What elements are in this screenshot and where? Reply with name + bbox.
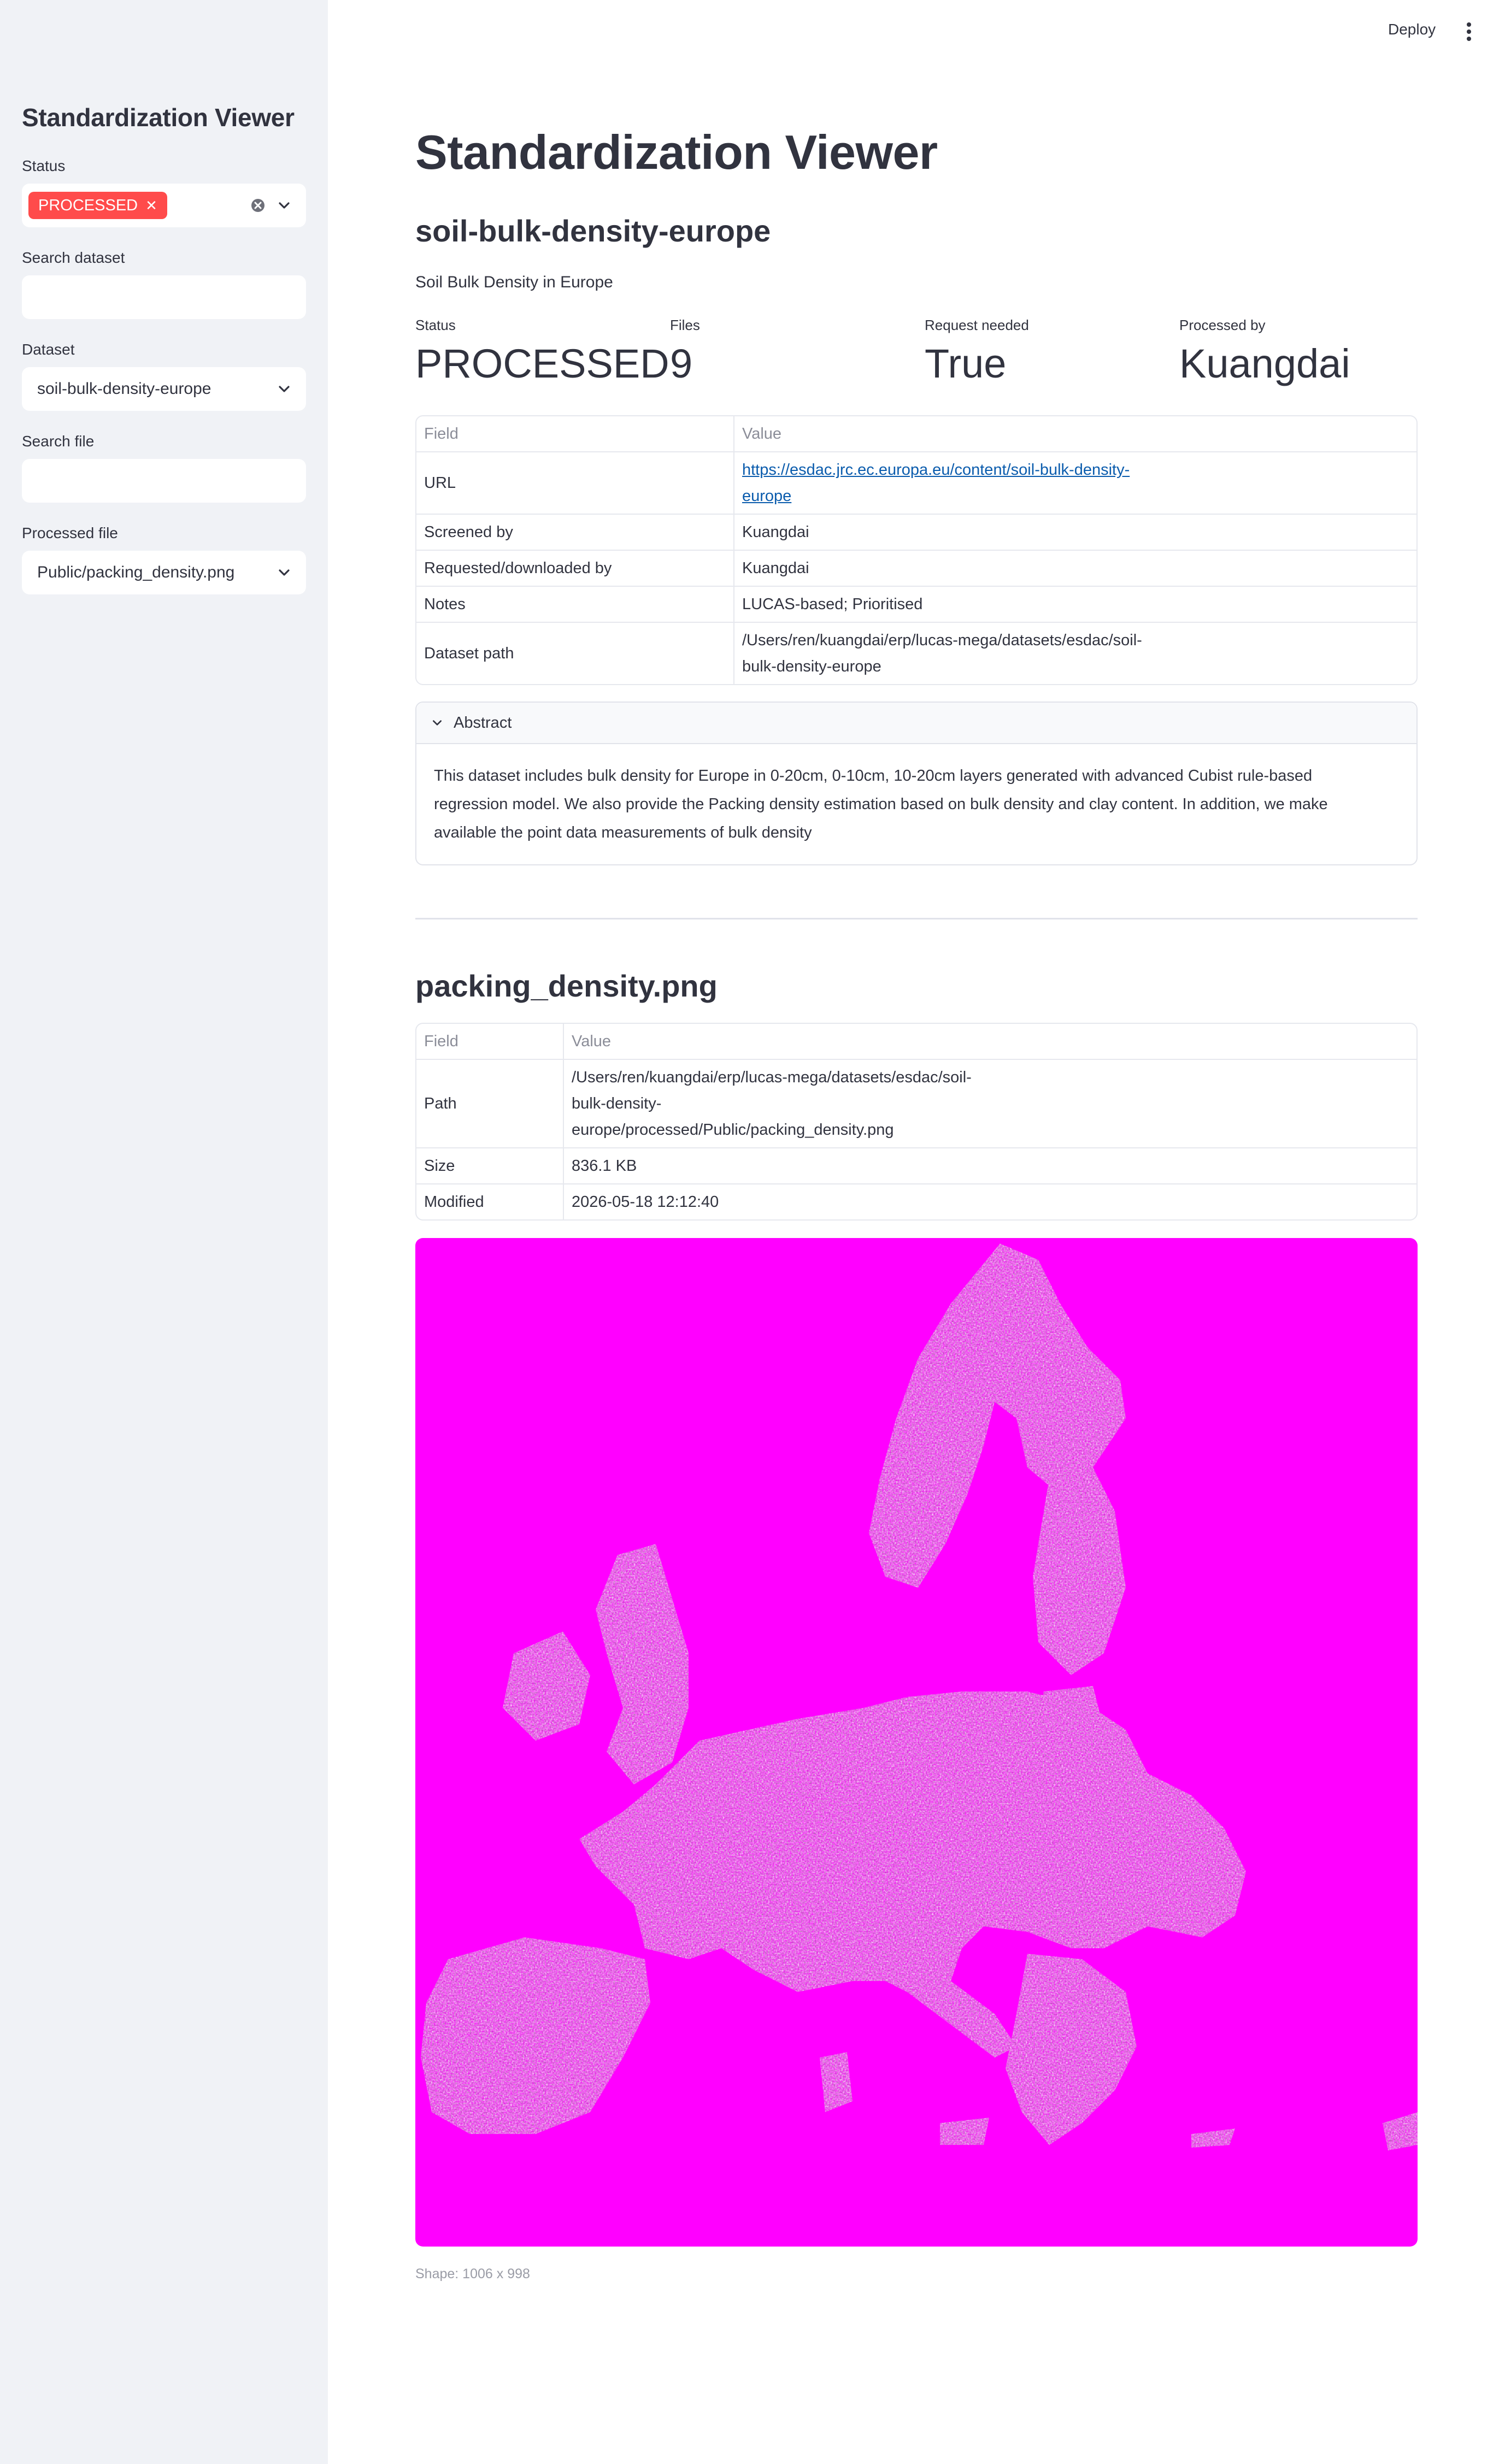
metric-value: Kuangdai [1179, 341, 1350, 386]
value-line: bulk-density- [572, 1095, 662, 1112]
value-cell: /Users/ren/kuangdai/erp/lucas-mega/datas… [734, 623, 1416, 684]
processed-file-select-value: Public/packing_density.png [37, 563, 235, 581]
abstract-line: This dataset includes bulk density for E… [434, 767, 1313, 785]
value-cell: Kuangdai [734, 515, 1416, 551]
url-link-line[interactable]: europe [742, 483, 1409, 509]
packing-density-image [415, 1238, 1418, 2247]
divider [415, 918, 1418, 919]
url-link[interactable]: https://esdac.jrc.ec.europa.eu/content/s… [734, 452, 1416, 515]
metric-value: True [925, 341, 1007, 386]
processed-file-label: Processed file [22, 524, 118, 541]
table-row: Requested/downloaded by Kuangdai [416, 551, 1416, 587]
table-row: Size 836.1 KB [416, 1148, 1416, 1184]
field-cell: Modified [416, 1184, 564, 1219]
dataset-info-table: Field Value URL https://esdac.jrc.ec.eur… [415, 415, 1418, 685]
table-row: URL https://esdac.jrc.ec.europa.eu/conte… [416, 452, 1416, 515]
url-link-line[interactable]: https://esdac.jrc.ec.europa.eu/content/s… [742, 457, 1409, 483]
search-dataset-label: Search dataset [22, 249, 125, 266]
search-file-label: Search file [22, 433, 95, 450]
table-header-row: Field Value [416, 1024, 1416, 1060]
search-file-input[interactable] [22, 459, 306, 503]
status-tag[interactable]: PROCESSED ✕ [28, 192, 167, 219]
dataset-heading: soil-bulk-density-europe [415, 214, 771, 248]
status-label: Status [22, 157, 66, 174]
metric-processed-by: Processed by Kuangdai [1179, 317, 1350, 387]
dataset-select[interactable]: soil-bulk-density-europe [22, 367, 306, 411]
field-cell: Requested/downloaded by [416, 551, 734, 587]
chevron-down-icon [433, 720, 442, 726]
value-cell: 836.1 KB [564, 1148, 1416, 1184]
image-shape-caption: Shape: 1006 x 998 [415, 2266, 530, 2282]
field-cell: URL [416, 452, 734, 515]
sidebar: Standardization Viewer Status PROCESSED … [0, 0, 328, 2464]
metric-label: Request needed [925, 317, 1029, 333]
column-header: Value [564, 1024, 1416, 1060]
abstract-line: available the point data measurements of… [434, 824, 812, 841]
search-dataset-input[interactable] [22, 275, 306, 319]
field-cell: Dataset path [416, 623, 734, 684]
field-cell: Notes [416, 587, 734, 623]
value-line: /Users/ren/kuangdai/erp/lucas-mega/datas… [742, 632, 1142, 649]
table-row: Screened by Kuangdai [416, 515, 1416, 551]
table-row: Dataset path /Users/ren/kuangdai/erp/luc… [416, 623, 1416, 684]
metric-label: Status [415, 317, 456, 333]
metric-request-needed: Request needed True [925, 317, 1029, 387]
chevron-down-icon[interactable] [278, 199, 291, 212]
value-cell: Kuangdai [734, 551, 1416, 587]
value-line: europe/processed/Public/packing_density.… [572, 1121, 894, 1139]
field-cell: Screened by [416, 515, 734, 551]
value-cell: /Users/ren/kuangdai/erp/lucas-mega/datas… [564, 1060, 1416, 1148]
column-header: Field [416, 1024, 564, 1060]
sidebar-title: Standardization Viewer [22, 103, 295, 132]
remove-tag-icon[interactable]: ✕ [145, 192, 157, 219]
field-cell: Size [416, 1148, 564, 1184]
metric-status: Status PROCESSED [415, 317, 669, 387]
value-cell: LUCAS-based; Prioritised [734, 587, 1416, 623]
europe-map-graphic [421, 1243, 1418, 2150]
dataset-label: Dataset [22, 341, 75, 358]
page-title: Standardization Viewer [415, 125, 938, 179]
value-cell: 2026-05-18 12:12:40 [572, 1193, 719, 1211]
chevron-down-icon [279, 569, 290, 576]
metric-label: Files [670, 317, 700, 333]
file-info-table: Field Value Path /Users/ren/kuangdai/erp… [415, 1023, 1418, 1221]
abstract-label: Abstract [454, 714, 512, 732]
column-header: Value [734, 416, 1416, 452]
table-row: Modified 2026-05-18 12:12:40 [416, 1184, 1416, 1219]
value-line: /Users/ren/kuangdai/erp/lucas-mega/datas… [572, 1069, 972, 1086]
abstract-expander-header[interactable]: Abstract [416, 703, 1416, 744]
deploy-button[interactable]: Deploy [1388, 21, 1436, 38]
table-header-row: Field Value [416, 416, 1416, 452]
abstract-text: This dataset includes bulk density for E… [416, 744, 1416, 864]
dataset-caption: Soil Bulk Density in Europe [415, 273, 613, 291]
clear-all-icon[interactable] [250, 198, 266, 213]
metric-value: PROCESSED [415, 341, 669, 386]
status-tag-label: PROCESSED [38, 197, 138, 214]
abstract-line: regression model. We also provide the Pa… [434, 795, 1328, 813]
table-row: Notes LUCAS-based; Prioritised [416, 587, 1416, 623]
metric-files: Files 9 [670, 317, 700, 387]
table-row: Path /Users/ren/kuangdai/erp/lucas-mega/… [416, 1060, 1416, 1148]
kebab-menu-icon[interactable] [1466, 22, 1472, 42]
field-cell: Path [416, 1060, 564, 1148]
processed-file-select[interactable]: Public/packing_density.png [22, 551, 306, 594]
file-heading: packing_density.png [415, 969, 718, 1003]
column-header: Field [416, 416, 734, 452]
dataset-select-value: soil-bulk-density-europe [37, 380, 211, 398]
value-line: bulk-density-europe [742, 658, 881, 675]
metric-label: Processed by [1179, 317, 1266, 333]
status-multiselect[interactable]: PROCESSED ✕ [22, 184, 306, 227]
abstract-expander: Abstract This dataset includes bulk dens… [415, 702, 1418, 865]
metric-value: 9 [670, 341, 693, 386]
chevron-down-icon [279, 386, 290, 392]
